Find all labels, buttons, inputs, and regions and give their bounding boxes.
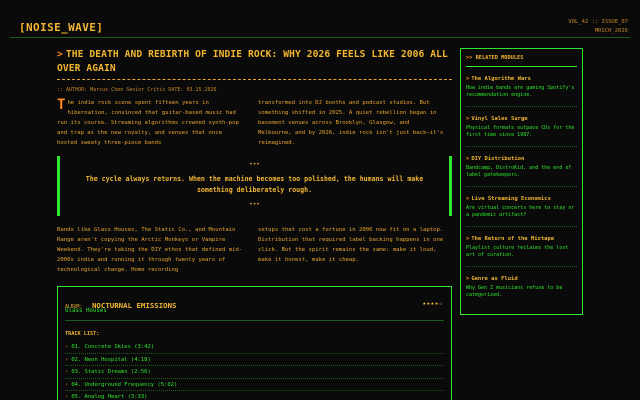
sidebar-item-desc: Playlist culture reclaims the lost art o… — [466, 245, 569, 258]
quote-dots-bottom: ••• — [249, 201, 260, 208]
sidebar-item-mixtape[interactable]: > The Return of the Mixtape Playlist cult… — [466, 236, 577, 267]
sidebar-item-genre-fluid[interactable]: > Genre as Fluid Why Gen Z musicians refu… — [466, 276, 577, 306]
bullet-icon: › — [65, 381, 69, 388]
article-paragraph-1-right: transformed into DJ booths and podcast s… — [258, 100, 444, 146]
album-review-box: ALBUM: NOCTURNAL EMISSIONS Glass Houses … — [57, 286, 452, 400]
chevron-icon: > — [466, 116, 470, 122]
title-arrow-icon: > — [57, 49, 63, 60]
sidebar-item-title: > The Algorithm Wars — [466, 76, 577, 82]
bullet-icon: › — [65, 369, 69, 375]
issue-volume: VOL_42 :: ISSUE_07 — [568, 19, 628, 25]
sidebar-item-algorithm-wars[interactable]: > The Algorithm Wars How indie bands are … — [466, 76, 577, 107]
pull-quote: ••• The cycle always returns. When the m… — [57, 156, 452, 216]
album-header: ALBUM: NOCTURNAL EMISSIONS Glass Houses … — [65, 293, 444, 321]
article-title: > THE DEATH AND REBIRTH OF INDIE ROCK: WH… — [57, 48, 452, 76]
album-heading: ALBUM: NOCTURNAL EMISSIONS — [65, 293, 444, 312]
sidebar-item-title: > The Return of the Mixtape — [466, 236, 577, 242]
sidebar-item-desc: Physical formats outpace CDs for the fir… — [466, 125, 575, 138]
sidebar-item-desc: How indie bands are gaming Spotify's rec… — [466, 85, 575, 98]
title-divider — [57, 79, 452, 80]
track-item[interactable]: › 03. Static Dreams (2:56) — [65, 366, 444, 379]
sidebar-item-title-text: Vinyl Sales Surge — [471, 116, 528, 122]
sidebar-heading: >> RELATED MODULES — [466, 55, 577, 67]
article-paragraph-2-left: Bands like Glass Houses, The Static Co.,… — [57, 227, 243, 273]
track-item[interactable]: › 02. Neon Hospital (4:18) — [65, 354, 444, 366]
issue-meta: VOL_42 :: ISSUE_07 MRSCH_2026 — [568, 18, 628, 36]
track-name: 01. Concrete Skies (3:42) — [71, 344, 155, 350]
tracklist: › 01. Concrete Skies (3:42) › 02. Neon Hos… — [65, 341, 444, 400]
chevron-icon: > — [466, 276, 470, 282]
chevron-icon: > — [466, 76, 470, 82]
track-item[interactable]: › 04. Underground Frequency (5:02) — [65, 379, 444, 391]
track-item[interactable]: › 05. Analog Heart (3:33) — [65, 391, 444, 400]
sidebar-item-title: > Vinyl Sales Surge — [466, 116, 577, 122]
article-byline: :: AUTHOR: Marcus Chen Senior Critic DAT… — [57, 87, 217, 93]
page: [NOISE_WAVE] VOL_42 :: ISSUE_07 MRSCH_20… — [0, 0, 640, 400]
sidebar-item-title: > DIY Distribution — [466, 156, 577, 162]
sidebar-item-live-streaming[interactable]: > Live Streaming Economics Are virtual co… — [466, 196, 577, 227]
sidebar-item-title-text: Live Streaming Economics — [471, 196, 551, 202]
related-modules-sidebar: >> RELATED MODULES > The Algorithm Wars H… — [460, 48, 583, 315]
pull-quote-text: The cycle always returns. When the machi… — [85, 175, 424, 194]
sidebar-item-title-text: The Return of the Mixtape — [471, 236, 555, 242]
sidebar-item-desc: Why Gen Z musicians refuse to be categor… — [466, 285, 563, 298]
site-logo[interactable]: [NOISE_WAVE] — [19, 21, 103, 34]
sidebar-item-diy-distribution[interactable]: > DIY Distribution Bandcamp, DistroKid, a… — [466, 156, 577, 187]
article-paragraph-1-left: The indie rock scene spent fifteen years… — [57, 98, 245, 148]
sidebar-item-title: > Live Streaming Economics — [466, 196, 577, 202]
drop-cap: T — [57, 97, 66, 113]
track-name: 03. Static Dreams (2:56) — [71, 369, 151, 375]
article-paragraph-2-right: setups that cost a fortune in 2006 now f… — [258, 227, 444, 263]
rating-stars: ★★★★☆ — [422, 300, 443, 307]
double-chevron-icon: >> — [466, 55, 473, 61]
bullet-icon: › — [65, 344, 69, 350]
bullet-icon: › — [65, 356, 69, 363]
sidebar-item-title: > Genre as Fluid — [466, 276, 577, 282]
track-name: 04. Underground Frequency (5:02) — [71, 381, 178, 388]
tracklist-label: TRACK LIST: — [65, 331, 100, 337]
chevron-icon: > — [466, 236, 470, 242]
quote-dots-top: ••• — [249, 161, 260, 168]
chevron-icon: > — [466, 196, 470, 202]
issue-date-code: MRSCH_2026 — [594, 28, 628, 34]
article: > THE DEATH AND REBIRTH OF INDIE ROCK: WH… — [57, 48, 452, 273]
track-name: 05. Analog Heart (3:33) — [71, 394, 148, 400]
sidebar-item-desc: Are virtual concerts here to stay or a p… — [466, 205, 575, 218]
sidebar-heading-text: RELATED MODULES — [475, 55, 524, 61]
paragraph-text: he indie rock scene spent fifteen years … — [57, 100, 239, 146]
sidebar-item-title-text: The Algorithm Wars — [471, 76, 531, 82]
album-artist[interactable]: Glass Houses — [65, 308, 107, 314]
track-name: 02. Neon Hospital (4:18) — [71, 356, 151, 363]
chevron-icon: > — [466, 156, 470, 162]
article-title-text: THE DEATH AND REBIRTH OF INDIE ROCK: WHY… — [57, 49, 448, 74]
sidebar-item-vinyl-sales[interactable]: > Vinyl Sales Surge Physical formats outp… — [466, 116, 577, 147]
bullet-icon: › — [65, 394, 69, 400]
sidebar-item-title-text: Genre as Fluid — [471, 276, 518, 282]
site-header: [NOISE_WAVE] VOL_42 :: ISSUE_07 MRSCH_20… — [10, 10, 630, 38]
sidebar-item-title-text: DIY Distribution — [471, 156, 525, 162]
track-item[interactable]: › 01. Concrete Skies (3:42) — [65, 341, 444, 354]
sidebar-item-desc: Bandcamp, DistroKid, and the end of labe… — [466, 165, 572, 178]
